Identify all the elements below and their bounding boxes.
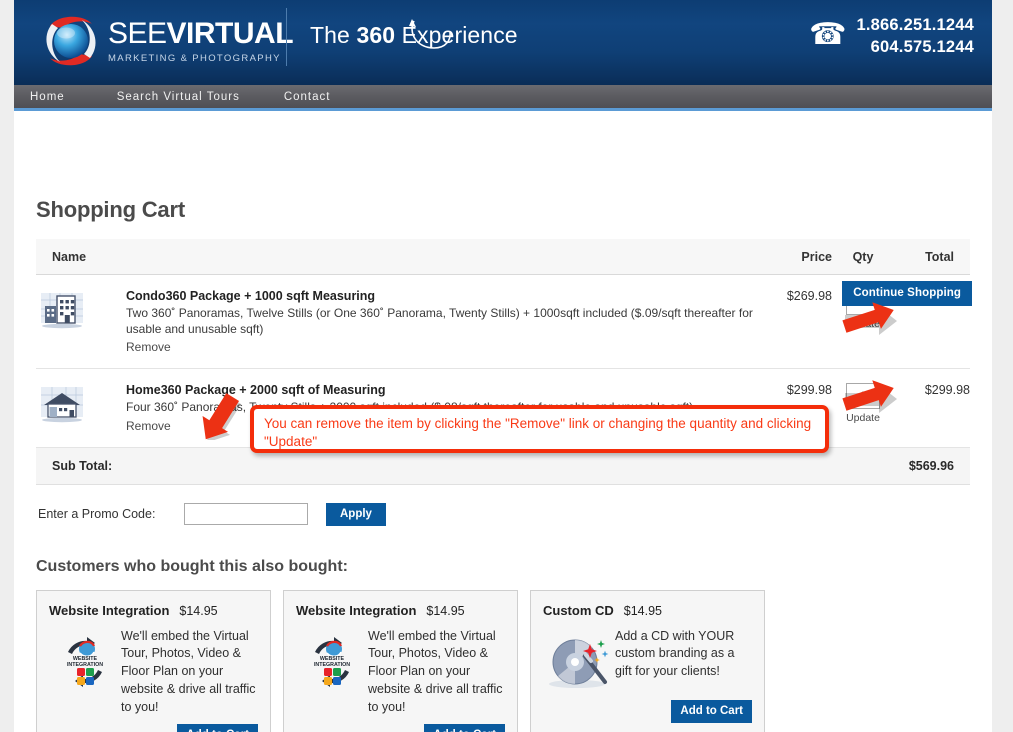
update-link[interactable]: Update — [832, 412, 894, 424]
remove-link[interactable]: Remove — [126, 419, 171, 433]
item-thumbnail-cell — [36, 368, 126, 448]
house-icon — [36, 383, 88, 427]
site-logo[interactable]: SEEVIRTUAL MARKETING & PHOTOGRAPHY — [40, 10, 294, 72]
phone-numbers: 1.866.251.1244 604.575.1244 — [857, 14, 975, 59]
upsell-card[interactable]: Website Integration $14.95 WEBSITE INTEG… — [36, 589, 271, 732]
condo-building-icon — [36, 289, 88, 333]
annotation-callout: You can remove the item by clicking the … — [250, 405, 829, 453]
page-title: Shopping Cart — [36, 197, 185, 222]
item-description: Two 360˚ Panoramas, Twelve Stills (or On… — [126, 306, 753, 337]
continue-shopping-button[interactable]: Continue Shopping — [842, 281, 972, 306]
promo-code-input[interactable] — [184, 503, 308, 526]
main-content: Shopping Cart Continue Shopping Name Pri… — [14, 197, 992, 732]
upsell-card-body: WEBSITE INTEGRATION We'll embed the Virt… — [296, 628, 505, 717]
column-header-qty: Qty — [832, 239, 894, 275]
phone-local: 604.575.1244 — [870, 38, 974, 57]
item-total: $299.98 — [894, 368, 970, 448]
upsell-heading: Customers who bought this also bought: — [36, 557, 348, 575]
cart-table-header: Name Price Qty Total — [36, 239, 970, 275]
header-divider — [286, 8, 287, 66]
add-to-cart-button[interactable]: Add to Cart — [424, 724, 505, 732]
main-nav: Home Search Virtual Tours Contact — [14, 85, 992, 111]
upsell-card-text: We'll embed the Virtual Tour, Photos, Vi… — [121, 628, 256, 714]
upsell-card-body: WEBSITE INTEGRATION We'll embed the Virt… — [49, 628, 258, 717]
annotation-text: You can remove the item by clicking the … — [264, 416, 812, 450]
column-header-price: Price — [754, 239, 832, 275]
site-header: SEEVIRTUAL MARKETING & PHOTOGRAPHY The 3… — [14, 0, 992, 85]
add-to-cart-button[interactable]: Add to Cart — [177, 724, 258, 732]
column-header-name: Name — [36, 239, 754, 275]
seevirtual-logo-icon — [40, 10, 102, 72]
website-integration-icon: WEBSITE INTEGRATION — [49, 628, 121, 717]
item-price: $269.98 — [754, 274, 832, 370]
upsell-card[interactable]: Website Integration $14.95 WEBSITE INTEG… — [283, 589, 518, 732]
svg-text:INTEGRATION: INTEGRATION — [314, 662, 350, 668]
upsell-card[interactable]: Custom CD $14.95 Add a CD with YOUR cust… — [530, 589, 765, 732]
upsell-card-price: $14.95 — [179, 603, 218, 618]
svg-text:INTEGRATION: INTEGRATION — [67, 662, 103, 668]
subtotal-value: $569.96 — [894, 446, 970, 485]
item-details-cell: Condo360 Package + 1000 sqft Measuring T… — [126, 274, 754, 370]
item-thumbnail-cell — [36, 274, 126, 370]
upsell-card-name: Website Integration — [296, 602, 417, 618]
upsell-card-header: Website Integration $14.95 — [49, 603, 258, 618]
nav-item-contact[interactable]: Contact — [284, 91, 331, 103]
subtotal-spacer — [832, 446, 894, 485]
site-tagline: The 360 Experience — [310, 19, 518, 49]
page-canvas: SEEVIRTUAL MARKETING & PHOTOGRAPHY The 3… — [14, 0, 992, 732]
custom-cd-icon — [543, 628, 615, 692]
add-to-cart-button[interactable]: Add to Cart — [671, 699, 752, 723]
nav-item-home[interactable]: Home — [30, 91, 65, 103]
upsell-card-name: Website Integration — [49, 602, 170, 618]
upsell-card-header: Custom CD $14.95 — [543, 603, 752, 618]
website-integration-icon: WEBSITE INTEGRATION — [296, 628, 368, 717]
apply-promo-button[interactable]: Apply — [326, 502, 386, 526]
remove-link[interactable]: Remove — [126, 340, 171, 354]
promo-code-label: Enter a Promo Code: — [38, 507, 156, 522]
upsell-card-body: Add a CD with YOUR custom branding as a … — [543, 628, 752, 692]
upsell-card-name: Custom CD — [543, 602, 614, 618]
table-row: Condo360 Package + 1000 sqft Measuring T… — [36, 274, 970, 370]
item-name: Condo360 Package + 1000 sqft Measuring — [126, 289, 376, 303]
item-name: Home360 Package + 2000 sqft of Measuring — [126, 383, 386, 398]
quantity-input[interactable] — [846, 383, 880, 410]
logo-wordmark: SEEVIRTUAL MARKETING & PHOTOGRAPHY — [108, 16, 294, 64]
cart-header-row: Name Price Qty Total — [36, 239, 970, 275]
phone-icon: ☎ — [809, 18, 847, 52]
upsell-card-price: $14.95 — [426, 603, 465, 618]
update-link[interactable]: Update — [832, 318, 894, 330]
header-phone-block: ☎ 1.866.251.1244 604.575.1244 — [809, 14, 974, 59]
upsell-card-text: Add a CD with YOUR custom branding as a … — [615, 628, 735, 679]
upsell-card-header: Website Integration $14.95 — [296, 603, 505, 618]
nav-item-search-virtual-tours[interactable]: Search Virtual Tours — [117, 91, 240, 103]
promo-code-row: Enter a Promo Code: Apply — [36, 502, 970, 526]
logo-subtitle: MARKETING & PHOTOGRAPHY — [108, 52, 281, 64]
item-qty-cell: Update — [832, 368, 894, 448]
upsell-card-list: Website Integration $14.95 WEBSITE INTEG… — [36, 589, 970, 732]
phone-toll-free: 1.866.251.1244 — [856, 16, 974, 34]
upsell-card-text: We'll embed the Virtual Tour, Photos, Vi… — [368, 628, 503, 714]
column-header-total: Total — [894, 239, 970, 275]
logo-title: SEEVIRTUAL — [108, 16, 294, 50]
upsell-card-price: $14.95 — [623, 603, 663, 618]
